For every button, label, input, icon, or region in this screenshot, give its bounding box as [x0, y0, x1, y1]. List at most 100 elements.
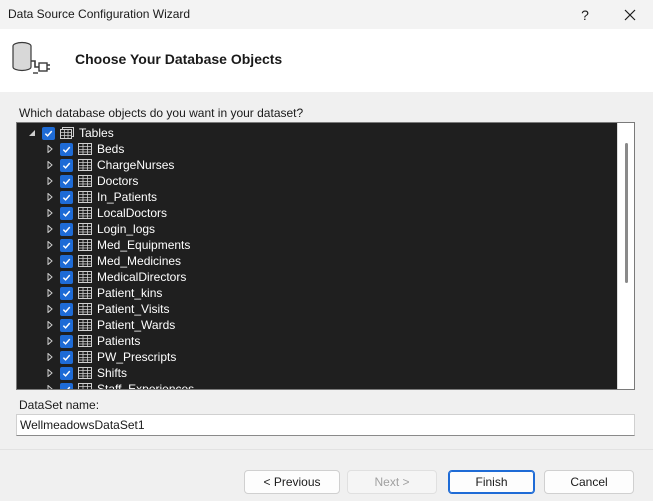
collapsed-arrow-icon[interactable]	[45, 381, 55, 389]
checkbox[interactable]	[60, 382, 73, 389]
tree-item[interactable]: MedicalDirectors	[45, 269, 186, 285]
tree-root-tables[interactable]: Tables	[27, 125, 114, 141]
checkbox[interactable]	[60, 254, 73, 268]
close-button[interactable]	[608, 0, 652, 29]
footer-divider	[0, 449, 653, 450]
table-icon	[78, 351, 92, 363]
tree-item-label: Login_logs	[97, 222, 156, 236]
tree-item[interactable]: Patients	[45, 333, 140, 349]
checkbox[interactable]	[60, 350, 73, 364]
collapsed-arrow-icon[interactable]	[45, 269, 55, 285]
collapsed-arrow-icon[interactable]	[45, 253, 55, 269]
tree-item[interactable]: ChargeNurses	[45, 157, 174, 173]
collapsed-arrow-icon[interactable]	[45, 189, 55, 205]
checkbox[interactable]	[42, 126, 55, 140]
checkbox[interactable]	[60, 222, 73, 236]
collapsed-arrow-icon[interactable]	[45, 205, 55, 221]
database-connection-icon	[12, 41, 50, 74]
checkbox[interactable]	[60, 238, 73, 252]
tree-item-label: Med_Medicines	[97, 254, 182, 268]
tree-item[interactable]: Med_Medicines	[45, 253, 181, 269]
checkbox[interactable]	[60, 142, 73, 156]
checkbox[interactable]	[60, 206, 73, 220]
scroll-thumb[interactable]	[625, 143, 628, 283]
collapsed-arrow-icon[interactable]	[45, 285, 55, 301]
checkbox[interactable]	[60, 318, 73, 332]
collapsed-arrow-icon[interactable]	[45, 237, 55, 253]
tree-item[interactable]: Med_Equipments	[45, 237, 190, 253]
tables-folder-icon	[60, 127, 74, 139]
table-icon	[78, 143, 92, 155]
tree-item-label: Staff_Experiences	[97, 382, 195, 390]
window-title: Data Source Configuration Wizard	[8, 7, 191, 21]
collapsed-arrow-icon[interactable]	[45, 173, 55, 189]
tree-item-label: Patient_Wards	[97, 318, 176, 332]
expanded-arrow-icon[interactable]	[27, 125, 37, 141]
collapsed-arrow-icon[interactable]	[45, 157, 55, 173]
tree-item-label: MedicalDirectors	[97, 270, 187, 284]
tree-item[interactable]: Login_logs	[45, 221, 155, 237]
table-icon	[78, 223, 92, 235]
close-icon	[624, 9, 636, 20]
table-icon	[78, 175, 92, 187]
tree-item-label: In_Patients	[97, 190, 158, 204]
tree-item[interactable]: Patient_kins	[45, 285, 162, 301]
dataset-name-label: DataSet name:	[19, 398, 100, 412]
tree-item[interactable]: PW_Prescripts	[45, 349, 176, 365]
tree-item-label: Beds	[97, 142, 125, 156]
tree-item-label: Med_Equipments	[97, 238, 191, 252]
collapsed-arrow-icon[interactable]	[45, 365, 55, 381]
previous-button[interactable]: < Previous	[244, 470, 340, 494]
tree-item[interactable]: Beds	[45, 141, 124, 157]
title-bar: Data Source Configuration Wizard ?	[0, 0, 653, 29]
collapsed-arrow-icon[interactable]	[45, 349, 55, 365]
tree-item-label: Doctors	[97, 174, 139, 188]
checkbox[interactable]	[60, 270, 73, 284]
collapsed-arrow-icon[interactable]	[45, 301, 55, 317]
tree-item[interactable]: Patient_Wards	[45, 317, 175, 333]
table-icon	[78, 335, 92, 347]
tree-item-label: Patient_kins	[97, 286, 163, 300]
finish-button[interactable]: Finish	[448, 470, 535, 494]
tree-item[interactable]: LocalDoctors	[45, 205, 167, 221]
collapsed-arrow-icon[interactable]	[45, 141, 55, 157]
tree-item[interactable]: In_Patients	[45, 189, 157, 205]
tree-item[interactable]: Doctors	[45, 173, 138, 189]
tree-item[interactable]: Shifts	[45, 365, 127, 381]
table-icon	[78, 271, 92, 283]
database-objects-tree[interactable]: Tables Beds ChargeNurses Doctors In_Patients…	[16, 122, 635, 390]
objects-question-label: Which database objects do you want in yo…	[19, 106, 304, 120]
tree-scrollbar[interactable]	[617, 123, 634, 389]
table-icon	[78, 383, 92, 389]
tree-item-label: PW_Prescripts	[97, 350, 177, 364]
wizard-header: Choose Your Database Objects	[0, 29, 653, 92]
cancel-button[interactable]: Cancel	[544, 470, 634, 494]
help-icon: ?	[581, 6, 589, 23]
checkbox[interactable]	[60, 334, 73, 348]
checkbox[interactable]	[60, 286, 73, 300]
collapsed-arrow-icon[interactable]	[45, 333, 55, 349]
table-icon	[78, 255, 92, 267]
table-icon	[78, 319, 92, 331]
table-icon	[78, 239, 92, 251]
page-title: Choose Your Database Objects	[75, 51, 283, 67]
tree-item[interactable]: Staff_Experiences	[45, 381, 195, 390]
collapsed-arrow-icon[interactable]	[45, 317, 55, 333]
dataset-name-input[interactable]	[16, 414, 635, 436]
checkbox[interactable]	[60, 190, 73, 204]
table-icon	[78, 207, 92, 219]
table-icon	[78, 159, 92, 171]
table-icon	[78, 303, 92, 315]
tree-item-label: Tables	[79, 126, 114, 140]
table-icon	[78, 287, 92, 299]
tree-item[interactable]: Patient_Visits	[45, 301, 170, 317]
checkbox[interactable]	[60, 302, 73, 316]
help-button[interactable]: ?	[563, 0, 607, 29]
checkbox[interactable]	[60, 158, 73, 172]
checkbox[interactable]	[60, 366, 73, 380]
checkbox[interactable]	[60, 174, 73, 188]
tree-item-label: LocalDoctors	[97, 206, 168, 220]
collapsed-arrow-icon[interactable]	[45, 221, 55, 237]
next-button[interactable]: Next >	[347, 470, 437, 494]
table-icon	[78, 191, 92, 203]
